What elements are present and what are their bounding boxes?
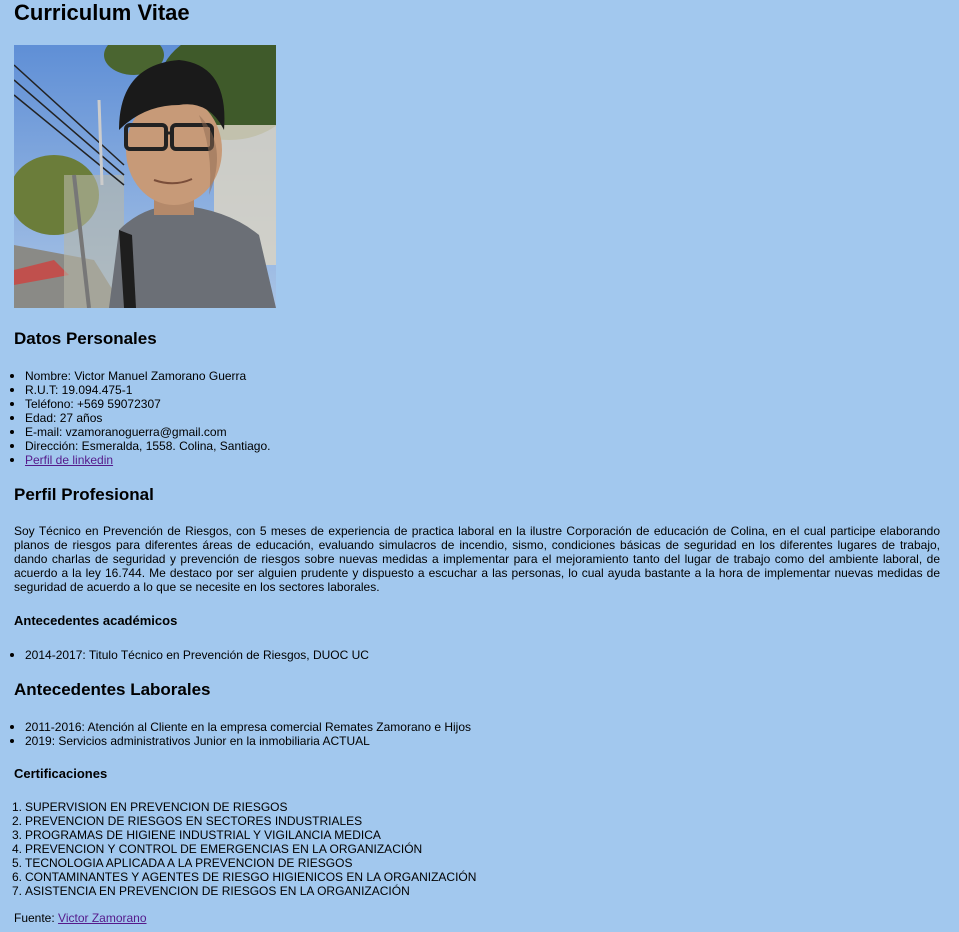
bullet-icon [10, 402, 14, 406]
work-item: 2011-2016: Atención al Cliente en la emp… [25, 720, 472, 734]
source-label: Fuente: [14, 911, 59, 925]
cv-page: Curriculum Vitae Datos Personales Nombre… [0, 0, 959, 932]
certification-item: ASISTENCIA EN PREVENCION DE RIESGOS EN L… [25, 884, 410, 898]
certifications-list: 1. SUPERVISION EN PREVENCION DE RIESGOS 2… [0, 800, 476, 898]
list-item: 2014-2017: Titulo Técnico en Prevención … [0, 648, 369, 662]
list-item: E-mail: vzamoranoguerra@gmail.com [0, 425, 270, 439]
list-number: 6. [12, 870, 23, 884]
list-item: Teléfono: +569 59072307 [0, 397, 270, 411]
certification-item: PROGRAMAS DE HIGIENE INDUSTRIAL Y VIGILA… [25, 828, 381, 842]
page-title: Curriculum Vitae [14, 0, 190, 25]
profile-photo [14, 45, 276, 308]
personal-email: E-mail: vzamoranoguerra@gmail.com [25, 425, 227, 439]
personal-address: Dirección: Esmeralda, 1558. Colina, Sant… [25, 439, 271, 453]
bullet-icon [10, 430, 14, 434]
profile-text: Soy Técnico en Prevención de Riesgos, co… [14, 524, 940, 594]
list-item: 2019: Servicios administrativos Junior e… [0, 734, 471, 748]
certifications-heading: Certificaciones [14, 766, 108, 781]
list-number: 3. [12, 828, 23, 842]
profile-photo-image [14, 45, 276, 308]
list-number: 5. [12, 856, 23, 870]
academic-item: 2014-2017: Titulo Técnico en Prevención … [25, 648, 369, 662]
bullet-icon [10, 374, 14, 378]
list-item: 2. PREVENCION DE RIESGOS EN SECTORES INDU… [0, 814, 476, 828]
profile-heading: Perfil Profesional [14, 485, 154, 504]
source-footer: Fuente: Victor Zamorano [14, 911, 147, 925]
work-list: 2011-2016: Atención al Cliente en la emp… [0, 720, 471, 748]
work-item: 2019: Servicios administrativos Junior e… [25, 734, 370, 748]
certification-item: PREVENCION DE RIESGOS EN SECTORES INDUST… [25, 814, 363, 828]
list-number: 4. [12, 842, 23, 856]
personal-name: Nombre: Victor Manuel Zamorano Guerra [25, 369, 247, 383]
certification-item: PREVENCION Y CONTROL DE EMERGENCIAS EN L… [25, 842, 423, 856]
list-item: 1. SUPERVISION EN PREVENCION DE RIESGOS [0, 800, 476, 814]
list-item: Dirección: Esmeralda, 1558. Colina, Sant… [0, 439, 270, 453]
personal-phone: Teléfono: +569 59072307 [25, 397, 161, 411]
bullet-icon [10, 444, 14, 448]
list-item: 7. ASISTENCIA EN PREVENCION DE RIESGOS EN… [0, 884, 476, 898]
list-item: 5. TECNOLOGIA APLICADA A LA PREVENCION DE… [0, 856, 476, 870]
bullet-icon [10, 458, 14, 462]
list-number: 7. [12, 884, 23, 898]
work-heading: Antecedentes Laborales [14, 680, 211, 699]
academic-heading: Antecedentes académicos [14, 613, 178, 628]
list-item: Perfil de linkedin [0, 453, 270, 467]
personal-rut: R.U.T: 19.094.475-1 [25, 383, 133, 397]
list-item: R.U.T: 19.094.475-1 [0, 383, 270, 397]
list-item: Edad: 27 años [0, 411, 270, 425]
certification-item: TECNOLOGIA APLICADA A LA PREVENCION DE R… [25, 856, 353, 870]
certification-item: CONTAMINANTES Y AGENTES DE RIESGO HIGIEN… [25, 870, 477, 884]
list-number: 2. [12, 814, 23, 828]
list-number: 1. [12, 800, 23, 814]
bullet-icon [10, 739, 14, 743]
personal-data-list: Nombre: Victor Manuel Zamorano Guerra R.… [0, 369, 270, 467]
bullet-icon [10, 653, 14, 657]
list-item: 2011-2016: Atención al Cliente en la emp… [0, 720, 471, 734]
source-link[interactable]: Victor Zamorano [58, 911, 146, 925]
academic-list: 2014-2017: Titulo Técnico en Prevención … [0, 648, 369, 662]
linkedin-link[interactable]: Perfil de linkedin [25, 453, 113, 467]
certification-item: SUPERVISION EN PREVENCION DE RIESGOS [25, 800, 288, 814]
bullet-icon [10, 725, 14, 729]
list-item: 3. PROGRAMAS DE HIGIENE INDUSTRIAL Y VIGI… [0, 828, 476, 842]
bullet-icon [10, 388, 14, 392]
personal-age: Edad: 27 años [25, 411, 103, 425]
personal-data-heading: Datos Personales [14, 329, 157, 348]
list-item: 4. PREVENCION Y CONTROL DE EMERGENCIAS EN… [0, 842, 476, 856]
list-item: 6. CONTAMINANTES Y AGENTES DE RIESGO HIGI… [0, 870, 476, 884]
bullet-icon [10, 416, 14, 420]
list-item: Nombre: Victor Manuel Zamorano Guerra [0, 369, 270, 383]
